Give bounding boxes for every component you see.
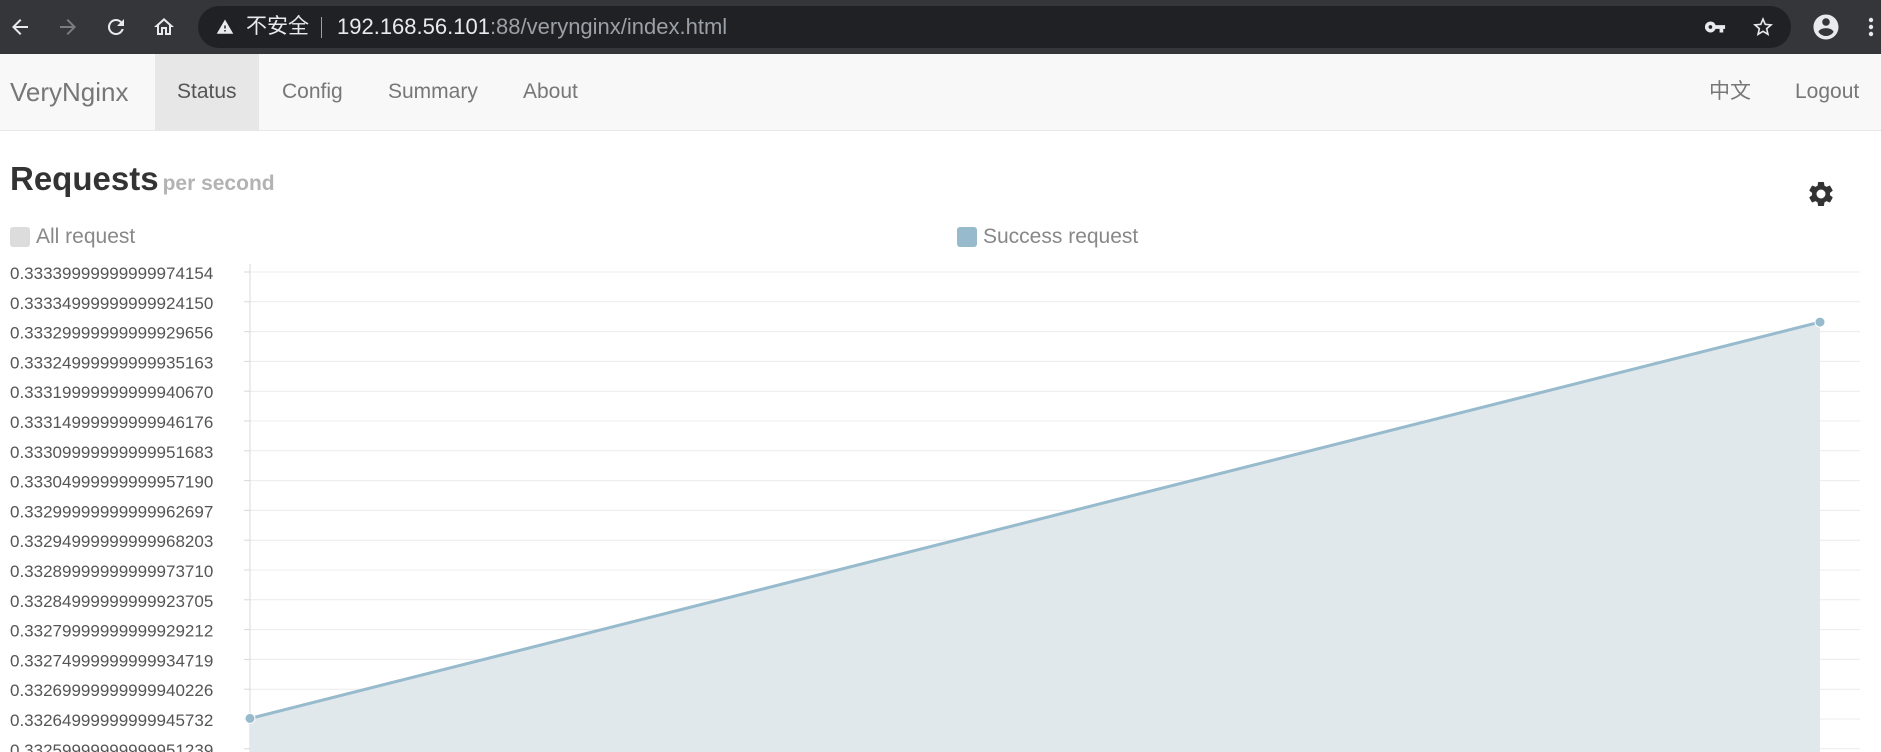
y-tick-label: 0.33334999999999924150 (10, 294, 213, 313)
series-area (250, 322, 1820, 752)
y-tick-label: 0.33264999999999945732 (10, 711, 213, 730)
y-tick-label: 0.33304999999999957190 (10, 473, 213, 492)
y-tick-label: 0.33274999999999934719 (10, 651, 213, 670)
y-tick-label: 0.33319999999999940670 (10, 383, 213, 402)
y-tick-label: 0.33294999999999968203 (10, 532, 213, 551)
y-tick-label: 0.33259999999999951239 (10, 741, 213, 752)
data-point (1814, 316, 1826, 328)
y-tick-label: 0.33314999999999946176 (10, 413, 213, 432)
y-tick-label: 0.33279999999999929212 (10, 622, 213, 641)
y-tick-label: 0.33339999999999974154 (10, 264, 213, 283)
y-tick-label: 0.33309999999999951683 (10, 443, 213, 462)
data-point (244, 712, 256, 724)
requests-chart: 0.33339999999999974154 0.3333499999999992… (10, 264, 1860, 752)
y-tick-label: 0.33329999999999929656 (10, 324, 213, 343)
y-tick-label: 0.33284999999999923705 (10, 592, 213, 611)
y-tick-label: 0.33299999999999962697 (10, 502, 213, 521)
y-tick-label: 0.33269999999999940226 (10, 681, 213, 700)
y-tick-label: 0.33289999999999973710 (10, 562, 213, 581)
y-tick-label: 0.33324999999999935163 (10, 353, 213, 372)
